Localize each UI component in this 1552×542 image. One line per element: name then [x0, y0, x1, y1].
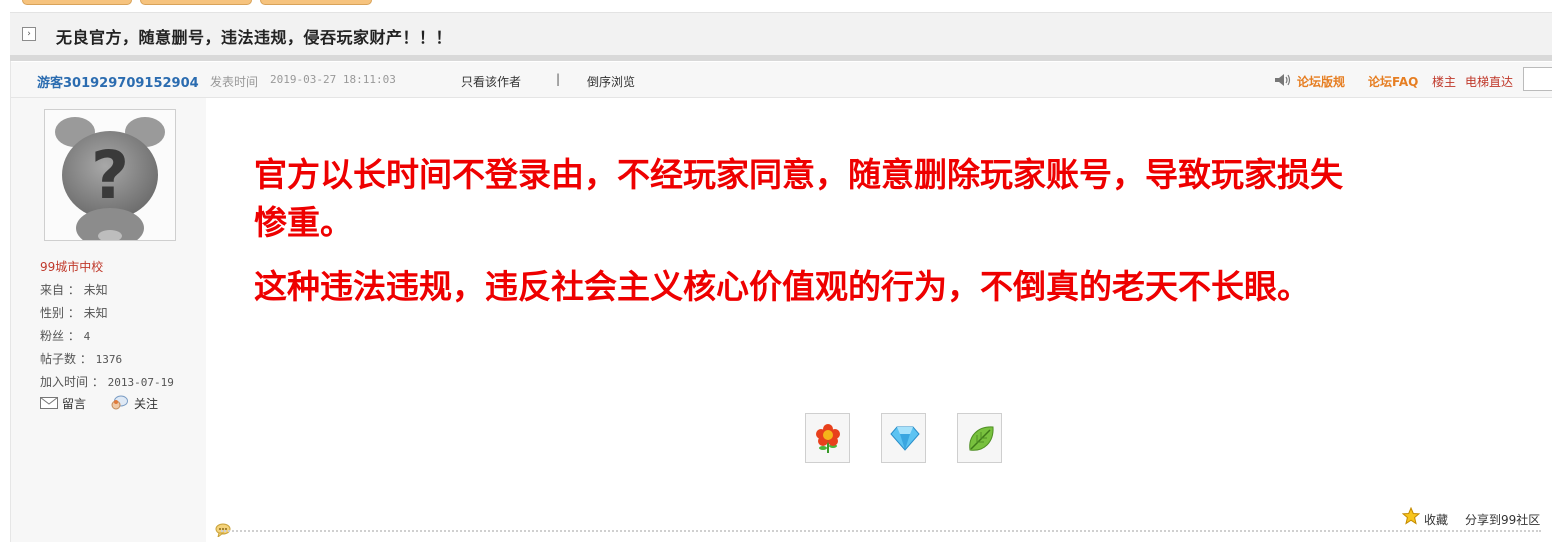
gender-value: 未知	[83, 306, 108, 320]
collapse-icon[interactable]: ›	[22, 27, 36, 41]
post-paragraph: 官方以长时间不登录由，不经玩家同意，随意删除玩家账号，导致玩家损失惨重。	[254, 155, 1343, 242]
fans-value: 4	[83, 330, 91, 343]
post-info-bar: 游客301929709152904 发表时间 2019-03-27 18:11:…	[11, 62, 1552, 98]
post-author-link[interactable]: 游客301929709152904	[37, 72, 199, 91]
post-paragraph: 这种违法违规，违反社会主义核心价值观的行为，不倒真的老天不长眼。	[254, 267, 1310, 306]
follow-link[interactable]: 关注	[134, 395, 158, 412]
post-content: 官方以长时间不登录由，不经玩家同意，随意删除玩家账号，导致玩家损失惨重。 这种违…	[206, 98, 1552, 542]
reverse-browse-link[interactable]: 倒序浏览	[587, 73, 635, 90]
posts-value: 1376	[95, 353, 123, 366]
gift-flower-button[interactable]	[805, 413, 850, 463]
from-label: 来自 ：	[40, 283, 80, 297]
profile-gender: 性别 ： 未知	[40, 304, 108, 321]
user-rank: 99城市中校	[40, 260, 104, 274]
author-sidebar: ? 99城市中校 来自 ： 未知 性别 ： 未知 粉丝 ： 4 帖子数 ： 13…	[11, 98, 206, 542]
joined-value: 2013-07-19	[107, 376, 174, 389]
speaker-icon	[1275, 74, 1291, 86]
envelope-icon[interactable]	[40, 397, 58, 409]
star-icon[interactable]	[1402, 507, 1420, 525]
top-tab[interactable]	[22, 0, 132, 5]
elevator-label: 电梯直达	[1465, 75, 1514, 89]
profile-joined: 加入时间 ： 2013-07-19	[40, 373, 174, 390]
forum-faq-link[interactable]: 论坛FAQ	[1368, 73, 1418, 90]
profile-fans: 粉丝 ： 4	[40, 327, 90, 344]
posts-label: 帖子数 ：	[40, 352, 92, 366]
flower-icon	[816, 424, 840, 453]
top-tab[interactable]	[140, 0, 252, 5]
gift-diamond-button[interactable]	[881, 413, 926, 463]
separator-bar	[10, 55, 1552, 61]
forum-rules-link[interactable]: 论坛版规	[1297, 73, 1345, 90]
joined-label: 加入时间 ：	[40, 375, 104, 389]
gift-leaf-button[interactable]	[957, 413, 1002, 463]
thread-title: 无良官方，随意删号，违法违规，侵吞玩家财产！！！	[56, 28, 453, 47]
profile-posts: 帖子数 ： 1376	[40, 350, 122, 367]
op-badge: 楼主	[1432, 75, 1457, 89]
thread-title-bar: › 无良官方，随意删号，违法违规，侵吞玩家财产！！！	[10, 12, 1552, 55]
separator: |	[556, 72, 561, 86]
avatar[interactable]: ?	[44, 109, 176, 248]
follow-icon[interactable]	[110, 395, 128, 411]
divider	[221, 530, 1541, 532]
gender-label: 性别 ：	[40, 306, 80, 320]
post-time: 2019-03-27 18:11:03	[270, 73, 396, 86]
floor-jump-input[interactable]	[1523, 67, 1552, 91]
svg-text:?: ?	[91, 137, 129, 214]
leaf-icon	[969, 426, 994, 451]
diamond-icon	[890, 426, 920, 451]
from-value: 未知	[83, 283, 108, 297]
top-tab[interactable]	[260, 0, 372, 5]
top-strip	[0, 0, 1552, 12]
favorite-link[interactable]: 收藏	[1424, 511, 1448, 528]
share-link[interactable]: 分享到99社区	[1465, 511, 1540, 528]
only-author-link[interactable]: 只看该作者	[461, 73, 521, 90]
default-avatar-icon: ?	[55, 117, 165, 248]
message-link[interactable]: 留言	[62, 395, 86, 412]
post-time-label: 发表时间	[210, 75, 259, 89]
fans-label: 粉丝 ：	[40, 329, 80, 343]
profile-from: 来自 ： 未知	[40, 281, 108, 298]
